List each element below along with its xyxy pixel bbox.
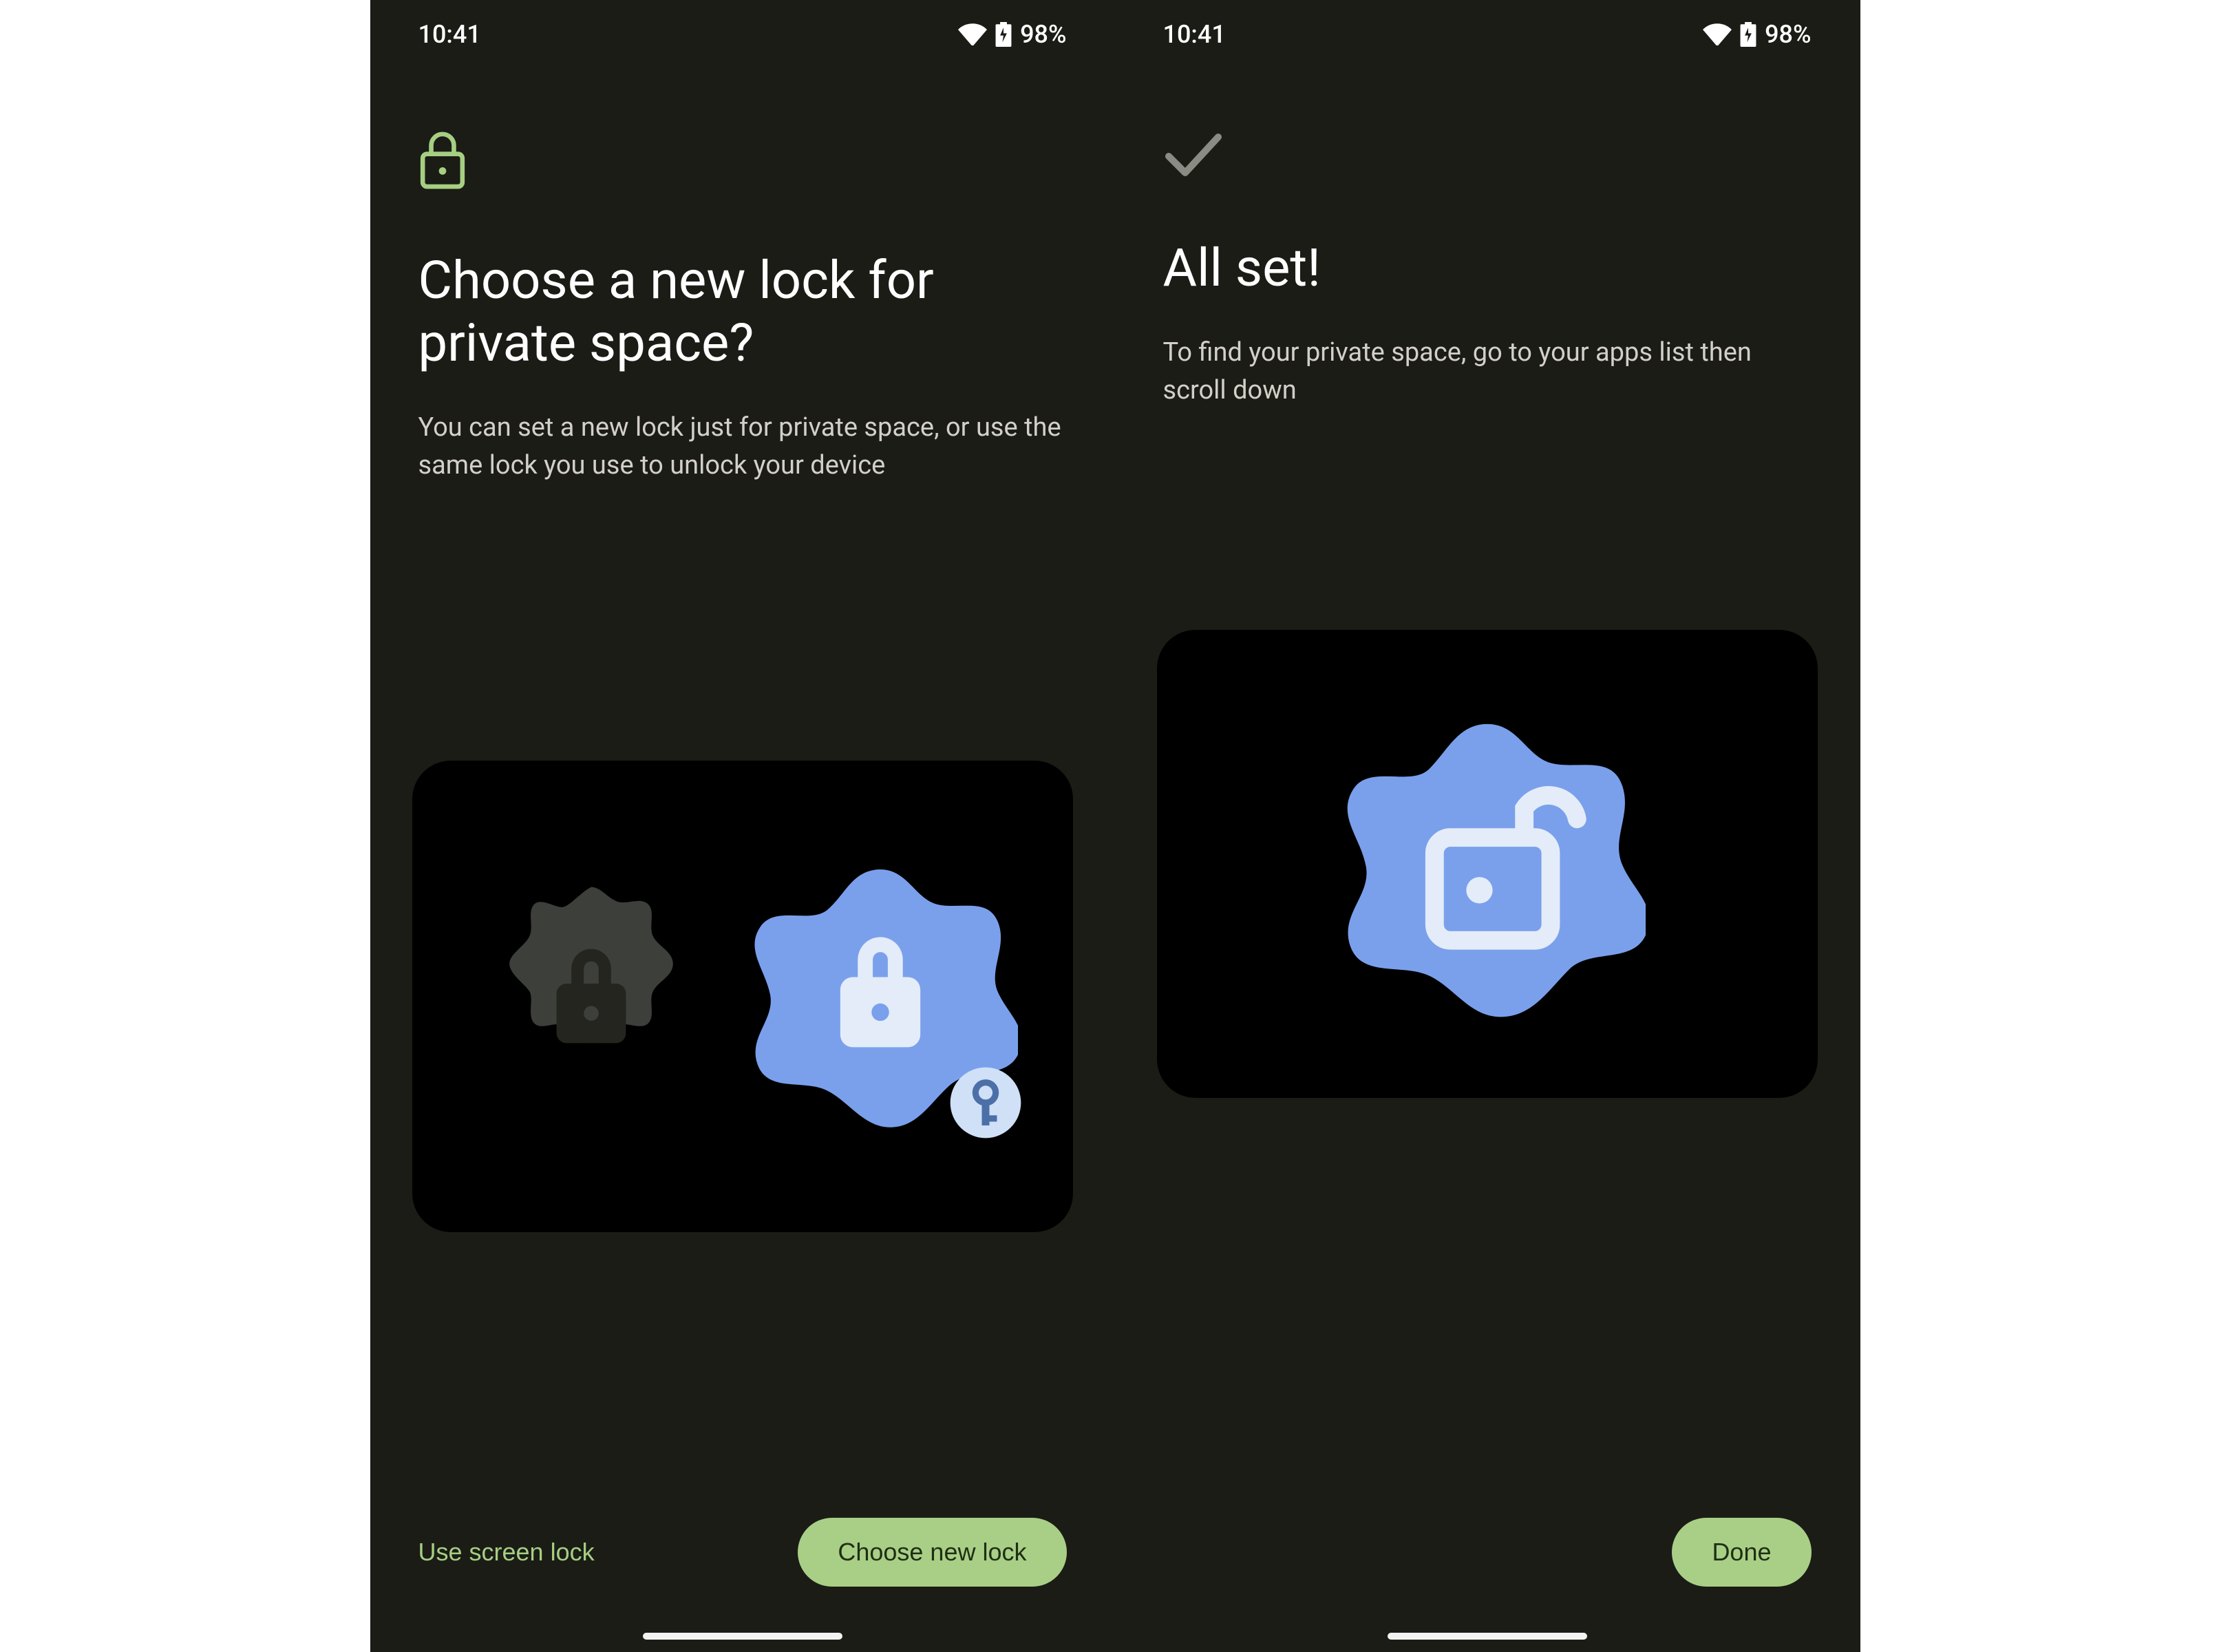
page-subtitle: To find your private space, go to your a… [1163,334,1812,410]
content-area: All set! To find your private space, go … [1115,69,1860,1494]
nav-gesture-bar[interactable] [643,1633,842,1640]
status-indicators: 98% [958,20,1066,49]
phone-screen-choose-lock: 10:41 98% Choose a new lock for private … [370,0,1115,1652]
status-time: 10:41 [1163,20,1226,49]
battery-icon [1740,22,1756,47]
page-title: Choose a new lock for private space? [418,249,1067,374]
check-icon [1163,131,1812,182]
page-title: All set! [1163,237,1812,299]
choose-new-lock-button[interactable]: Choose new lock [798,1518,1066,1587]
status-indicators: 98% [1703,20,1811,49]
use-screen-lock-button[interactable]: Use screen lock [418,1538,595,1567]
content-area: Choose a new lock for private space? You… [370,69,1115,1494]
spacer [418,1287,1067,1494]
done-button[interactable]: Done [1672,1518,1811,1587]
key-badge-icon [948,1065,1023,1141]
lock-icon [418,131,1067,194]
status-time: 10:41 [418,20,481,49]
bottom-bar: Done [1115,1494,1860,1652]
illustration-card [1157,630,1818,1098]
status-battery-pct: 98% [1765,20,1811,49]
phone-screen-all-set: 10:41 98% All set! To find your private … [1115,0,1860,1652]
wifi-icon [1703,23,1732,45]
status-battery-pct: 98% [1020,20,1066,49]
private-space-lock-illustration [743,857,1018,1135]
illustration-card [412,761,1073,1232]
nav-gesture-bar[interactable] [1388,1633,1587,1640]
unlock-illustration [1329,706,1646,1022]
spacer [418,485,1067,706]
status-bar: 10:41 98% [1115,0,1860,69]
device-lock-illustration [467,872,715,1120]
spacer [1163,1246,1812,1494]
status-bar: 10:41 98% [370,0,1115,69]
wifi-icon [958,23,987,45]
bottom-bar: Use screen lock Choose new lock [370,1494,1115,1652]
screenshots-container: 10:41 98% Choose a new lock for private … [370,0,1860,1652]
page-subtitle: You can set a new lock just for private … [418,409,1067,485]
battery-icon [995,22,1012,47]
